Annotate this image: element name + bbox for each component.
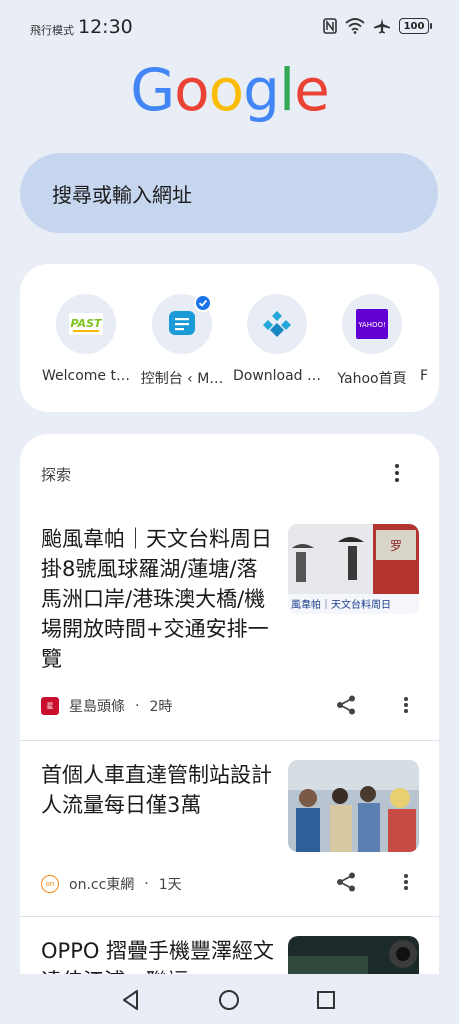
- article-thumbnail[interactable]: 罗 風韋帕｜天文台料周日: [288, 524, 419, 614]
- logo-letter: e: [294, 56, 330, 124]
- airplane-icon: [374, 18, 390, 34]
- article-thumbnail[interactable]: [288, 760, 419, 852]
- divider: [20, 916, 439, 917]
- battery-indicator: 100: [399, 18, 432, 34]
- shortcut-label: F: [420, 368, 429, 384]
- recents-icon[interactable]: [314, 988, 338, 1012]
- shortcut-welcome[interactable]: PAST Welcome t…: [38, 294, 134, 384]
- shortcut-yahoo[interactable]: YAHOO! Yahoo首頁: [324, 294, 420, 388]
- status-bar: 飛行模式 12:30 100: [0, 0, 459, 60]
- back-icon[interactable]: [119, 988, 143, 1012]
- logo-letter: g: [243, 56, 280, 124]
- article-time: 1天: [158, 877, 182, 893]
- thumbnail-caption: 風韋帕｜天文台料周日: [291, 598, 391, 611]
- wifi-icon: [345, 18, 365, 34]
- article-source-row: on on.cc東網 · 1天: [41, 874, 182, 894]
- airplane-mode-label: 飛行模式: [30, 24, 74, 37]
- logo-letter: o: [174, 56, 209, 124]
- search-placeholder: 搜尋或輸入網址: [52, 182, 192, 207]
- search-input[interactable]: 搜尋或輸入網址: [20, 153, 438, 233]
- nfc-icon: [323, 18, 337, 34]
- feed-header: 探索: [41, 466, 72, 484]
- check-badge-icon: [194, 294, 212, 312]
- logo-letter: G: [130, 56, 175, 124]
- article-title[interactable]: 首個人車直達管制站設計人流量每日僅3萬: [41, 760, 276, 820]
- google-logo: Google: [0, 56, 459, 124]
- shortcut-download[interactable]: Download …: [229, 294, 325, 384]
- shortcut-label: Download …: [232, 368, 322, 384]
- system-nav-bar: [0, 974, 459, 1024]
- past-icon: PAST: [56, 294, 116, 354]
- share-icon[interactable]: [335, 871, 357, 893]
- download-diamond-icon: [247, 294, 307, 354]
- article-source: on.cc東網: [69, 877, 135, 893]
- yahoo-icon: YAHOO!: [342, 294, 402, 354]
- article-time: 2時: [149, 699, 173, 715]
- shortcut-label: Yahoo首頁: [337, 371, 407, 387]
- discover-feed: 探索 颱風韋帕｜天文台料周日掛8號風球羅湖/蓮塘/落馬洲口岸/港珠澳大橋/機場開…: [20, 434, 439, 994]
- shortcut-label: 控制台 ‹ M…: [140, 371, 224, 387]
- article-title[interactable]: 颱風韋帕｜天文台料周日掛8號風球羅湖/蓮塘/落馬洲口岸/港珠澳大橋/機場開放時間…: [41, 524, 276, 674]
- singtao-logo-icon: 星: [41, 697, 59, 715]
- past-logo-text: PAST: [71, 317, 103, 330]
- logo-letter: o: [208, 56, 244, 124]
- yahoo-logo-text: YAHOO!: [357, 321, 386, 329]
- logo-letter: l: [278, 56, 295, 124]
- shortcut-label: Welcome t…: [42, 368, 130, 384]
- article-source-row: 星 星島頭條 · 2時: [41, 696, 172, 716]
- shortcuts-card: PAST Welcome t… 控制台 ‹ M… Download … YAHO…: [20, 264, 439, 412]
- home-icon[interactable]: [217, 988, 241, 1012]
- article-menu-icon[interactable]: [403, 873, 409, 893]
- article-source: 星島頭條: [69, 699, 125, 715]
- shortcut-partial[interactable]: F: [420, 294, 439, 384]
- shortcut-dashboard[interactable]: 控制台 ‹ M…: [134, 294, 230, 388]
- message-board-icon: [152, 294, 212, 354]
- svg-text:罗: 罗: [390, 539, 402, 553]
- article-menu-icon[interactable]: [403, 696, 409, 716]
- divider: [20, 740, 439, 741]
- oncc-logo-icon: on: [41, 875, 59, 893]
- feed-menu-icon[interactable]: [391, 462, 403, 486]
- status-icons: 100: [323, 18, 432, 34]
- clock: 12:30: [78, 16, 133, 38]
- share-icon[interactable]: [335, 694, 357, 716]
